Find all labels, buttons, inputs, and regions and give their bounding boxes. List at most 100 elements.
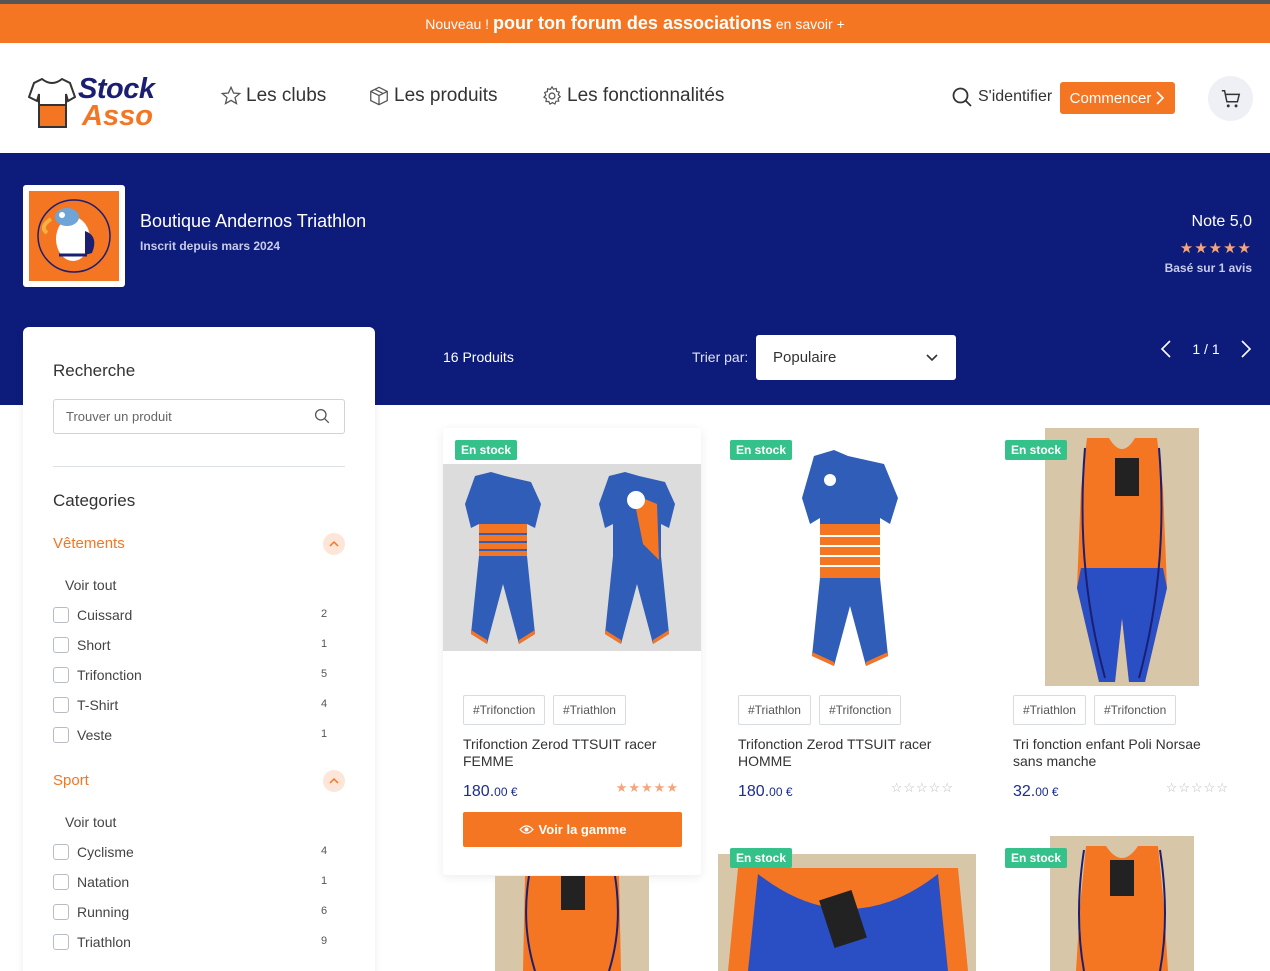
chevron-down-icon [926,354,938,362]
filter-label: Natation [77,874,130,890]
logo-text-asso: Asso [82,100,153,132]
price-int: 32. [1013,783,1036,800]
promo-link[interactable]: en savoir + [776,16,845,32]
start-label: Commencer [1069,89,1152,107]
filter-option[interactable]: Triathlon 9 [53,933,333,951]
filter-count: 5 [321,668,328,680]
see-all-link[interactable]: Voir tout [65,577,116,593]
chevron-up-icon [329,540,339,547]
filter-option[interactable]: T-Shirt 4 [53,696,333,714]
product-card[interactable] [443,876,701,971]
search-input[interactable]: Trouver un produit [53,399,345,434]
see-all-link[interactable]: Voir tout [65,814,116,830]
sort-select[interactable]: Populaire [756,335,956,380]
checkbox[interactable] [53,667,69,683]
product-image[interactable] [495,876,649,971]
nav-features[interactable]: Les fonctionnalités [541,85,724,107]
product-tag[interactable]: #Trifonction [463,695,546,725]
category-vetements[interactable]: Vêtements [53,535,125,552]
stock-badge: En stock [1005,440,1068,460]
shop-since: Inscrit depuis mars 2024 [140,239,281,253]
stock-badge: En stock [730,440,793,460]
filter-option[interactable]: Cuissard 2 [53,606,333,624]
checkbox[interactable] [53,697,69,713]
nav-clubs-label: Les clubs [246,85,327,106]
price-int: 180. [463,783,495,800]
checkbox[interactable] [53,934,69,950]
filter-option[interactable]: Veste 1 [53,726,333,744]
product-name[interactable]: Trifonction Zerod TTSUIT racer FEMME [463,736,683,770]
product-image[interactable] [443,464,701,651]
jersey-icon [28,77,76,128]
chevron-up-icon [329,777,339,784]
site-header: Stock Asso Les clubs Les produits Les fo… [0,43,1270,153]
search-placeholder: Trouver un produit [66,409,172,424]
stockasso-logo[interactable]: Stock Asso [28,73,168,132]
star-icon [220,85,242,105]
collapse-toggle[interactable] [323,533,345,555]
nav-products-label: Les produits [394,85,498,106]
product-rating: ☆☆☆☆☆ [1165,780,1229,795]
login-link[interactable]: S'identifier [952,87,1052,107]
filter-count: 2 [321,608,328,620]
pagination: 1 / 1 [1160,337,1252,361]
eye-icon [518,825,534,834]
product-tag[interactable]: #Trifonction [1094,695,1177,725]
filter-option[interactable]: Cyclisme 4 [53,843,333,861]
category-sport[interactable]: Sport [53,772,89,789]
stock-badge: En stock [455,440,518,460]
filter-count: 1 [321,728,328,740]
nav-clubs[interactable]: Les clubs [220,85,326,107]
box-icon [370,86,388,106]
product-image[interactable] [718,854,976,971]
product-rating: ★★★★★ [615,780,679,795]
filter-count: 6 [321,905,328,917]
product-card[interactable]: En stock [993,836,1251,971]
start-button[interactable]: Commencer [1060,82,1175,114]
sort-value: Populaire [773,349,837,366]
product-name[interactable]: Tri fonction enfant Poli Norsae sans man… [1013,736,1233,770]
filter-count: 4 [321,845,328,857]
price-dec: 00 € [769,785,793,799]
filter-label: Triathlon [77,934,131,950]
product-card[interactable]: En stock #Triathlon #Trifonction Tri fon… [993,428,1251,875]
collapse-toggle[interactable] [323,770,345,792]
product-image[interactable] [718,428,976,678]
filter-label: Running [77,904,130,920]
filter-option[interactable]: Running 6 [53,903,333,921]
product-card[interactable]: En stock #Trifonction #Triathlon Trifonc… [443,428,701,875]
price-int: 180. [738,783,770,800]
filter-option[interactable]: Natation 1 [53,873,333,891]
filter-option[interactable]: Trifonction 5 [53,666,333,684]
product-name[interactable]: Trifonction Zerod TTSUIT racer HOMME [738,736,958,770]
cart-icon [1221,89,1240,107]
product-tag[interactable]: #Triathlon [1013,695,1086,725]
shop-name: Boutique Andernos Triathlon [140,211,367,231]
promo-banner[interactable]: Nouveau ! pour ton forum des association… [0,0,1270,43]
filter-label: Cuissard [77,607,133,623]
product-image[interactable] [1050,836,1194,971]
product-tag[interactable]: #Trifonction [819,695,902,725]
filter-count: 4 [321,698,328,710]
product-card[interactable]: En stock #Triathlon #Trifonction Trifonc… [718,428,976,875]
cart-button[interactable] [1208,76,1253,121]
checkbox[interactable] [53,637,69,653]
view-range-button[interactable]: Voir la gamme [463,812,682,847]
checkbox[interactable] [53,874,69,890]
product-tag[interactable]: #Triathlon [738,695,811,725]
checkbox[interactable] [53,727,69,743]
checkbox[interactable] [53,607,69,623]
checkbox[interactable] [53,904,69,920]
filter-option[interactable]: Short 1 [53,636,333,654]
shop-logo [23,185,125,287]
chevron-left-icon[interactable] [1160,340,1172,358]
filter-sidebar: Recherche Trouver un produit Categories … [23,327,375,971]
product-image[interactable] [1045,428,1199,686]
chevron-right-icon[interactable] [1240,340,1252,358]
product-card[interactable]: En stock [718,836,976,971]
nav-products[interactable]: Les produits [368,85,498,107]
product-tag[interactable]: #Triathlon [553,695,626,725]
checkbox[interactable] [53,844,69,860]
filter-label: Short [77,637,111,653]
product-price: 32.00 € [1013,783,1059,801]
